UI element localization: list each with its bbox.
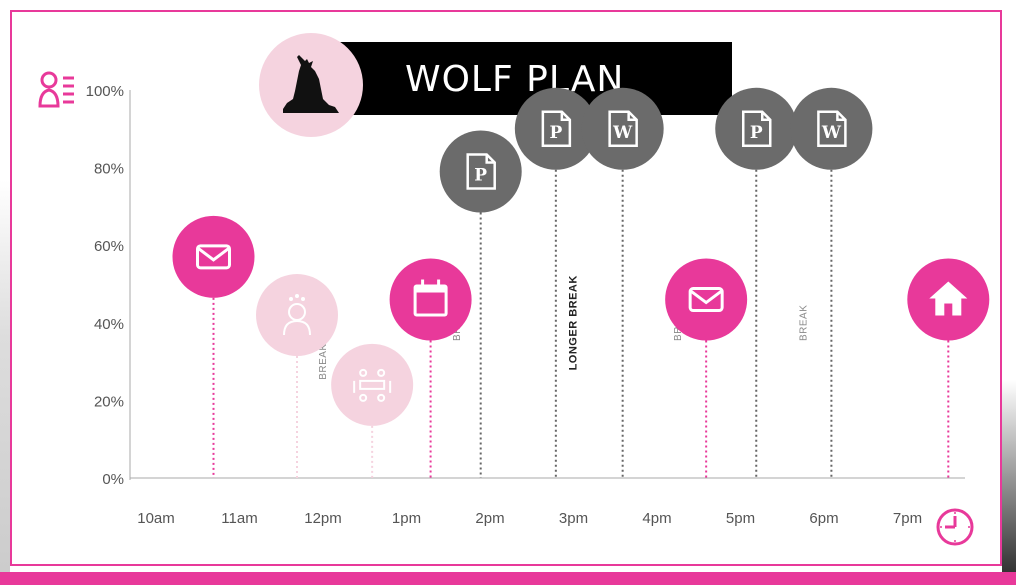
x-tick-label: 3pm: [559, 510, 588, 527]
data-point: [665, 258, 748, 341]
wolf-plan-chart: 0% 20% 40% 60% 80% 100% 10am 11am 12pm 1pm 2pm 3pm 4…: [86, 83, 990, 527]
svg-text:P: P: [750, 123, 763, 143]
x-tick-label: 6pm: [809, 510, 838, 527]
break-label: BREAK: [798, 305, 809, 341]
x-tick-label: 5pm: [726, 510, 755, 527]
x-tick-label: 4pm: [642, 510, 671, 527]
x-tick-label: 2pm: [475, 510, 504, 527]
data-point: [331, 343, 414, 426]
y-tick-label: 60%: [94, 238, 124, 255]
data-point: [172, 215, 255, 298]
y-tick-label: 20%: [94, 393, 124, 410]
y-tick-label: 100%: [86, 83, 124, 100]
data-point: [256, 274, 338, 357]
svg-text:P: P: [549, 123, 562, 143]
svg-text:W: W: [612, 123, 633, 143]
svg-text:P: P: [474, 165, 487, 185]
break-label: LONGER BREAK: [568, 275, 580, 370]
calendar-icon: [413, 279, 448, 317]
x-tick-label: 11am: [221, 510, 257, 527]
x-tick-label: 10am: [137, 510, 175, 527]
y-tick-label: 0%: [102, 471, 124, 488]
x-tick-label: 12pm: [304, 510, 342, 527]
x-tick-label: 1pm: [392, 510, 421, 527]
y-tick-label: 80%: [94, 161, 124, 178]
y-tick-label: 40%: [94, 316, 124, 333]
x-tick-label: 7pm: [893, 510, 922, 527]
svg-text:W: W: [821, 123, 842, 143]
